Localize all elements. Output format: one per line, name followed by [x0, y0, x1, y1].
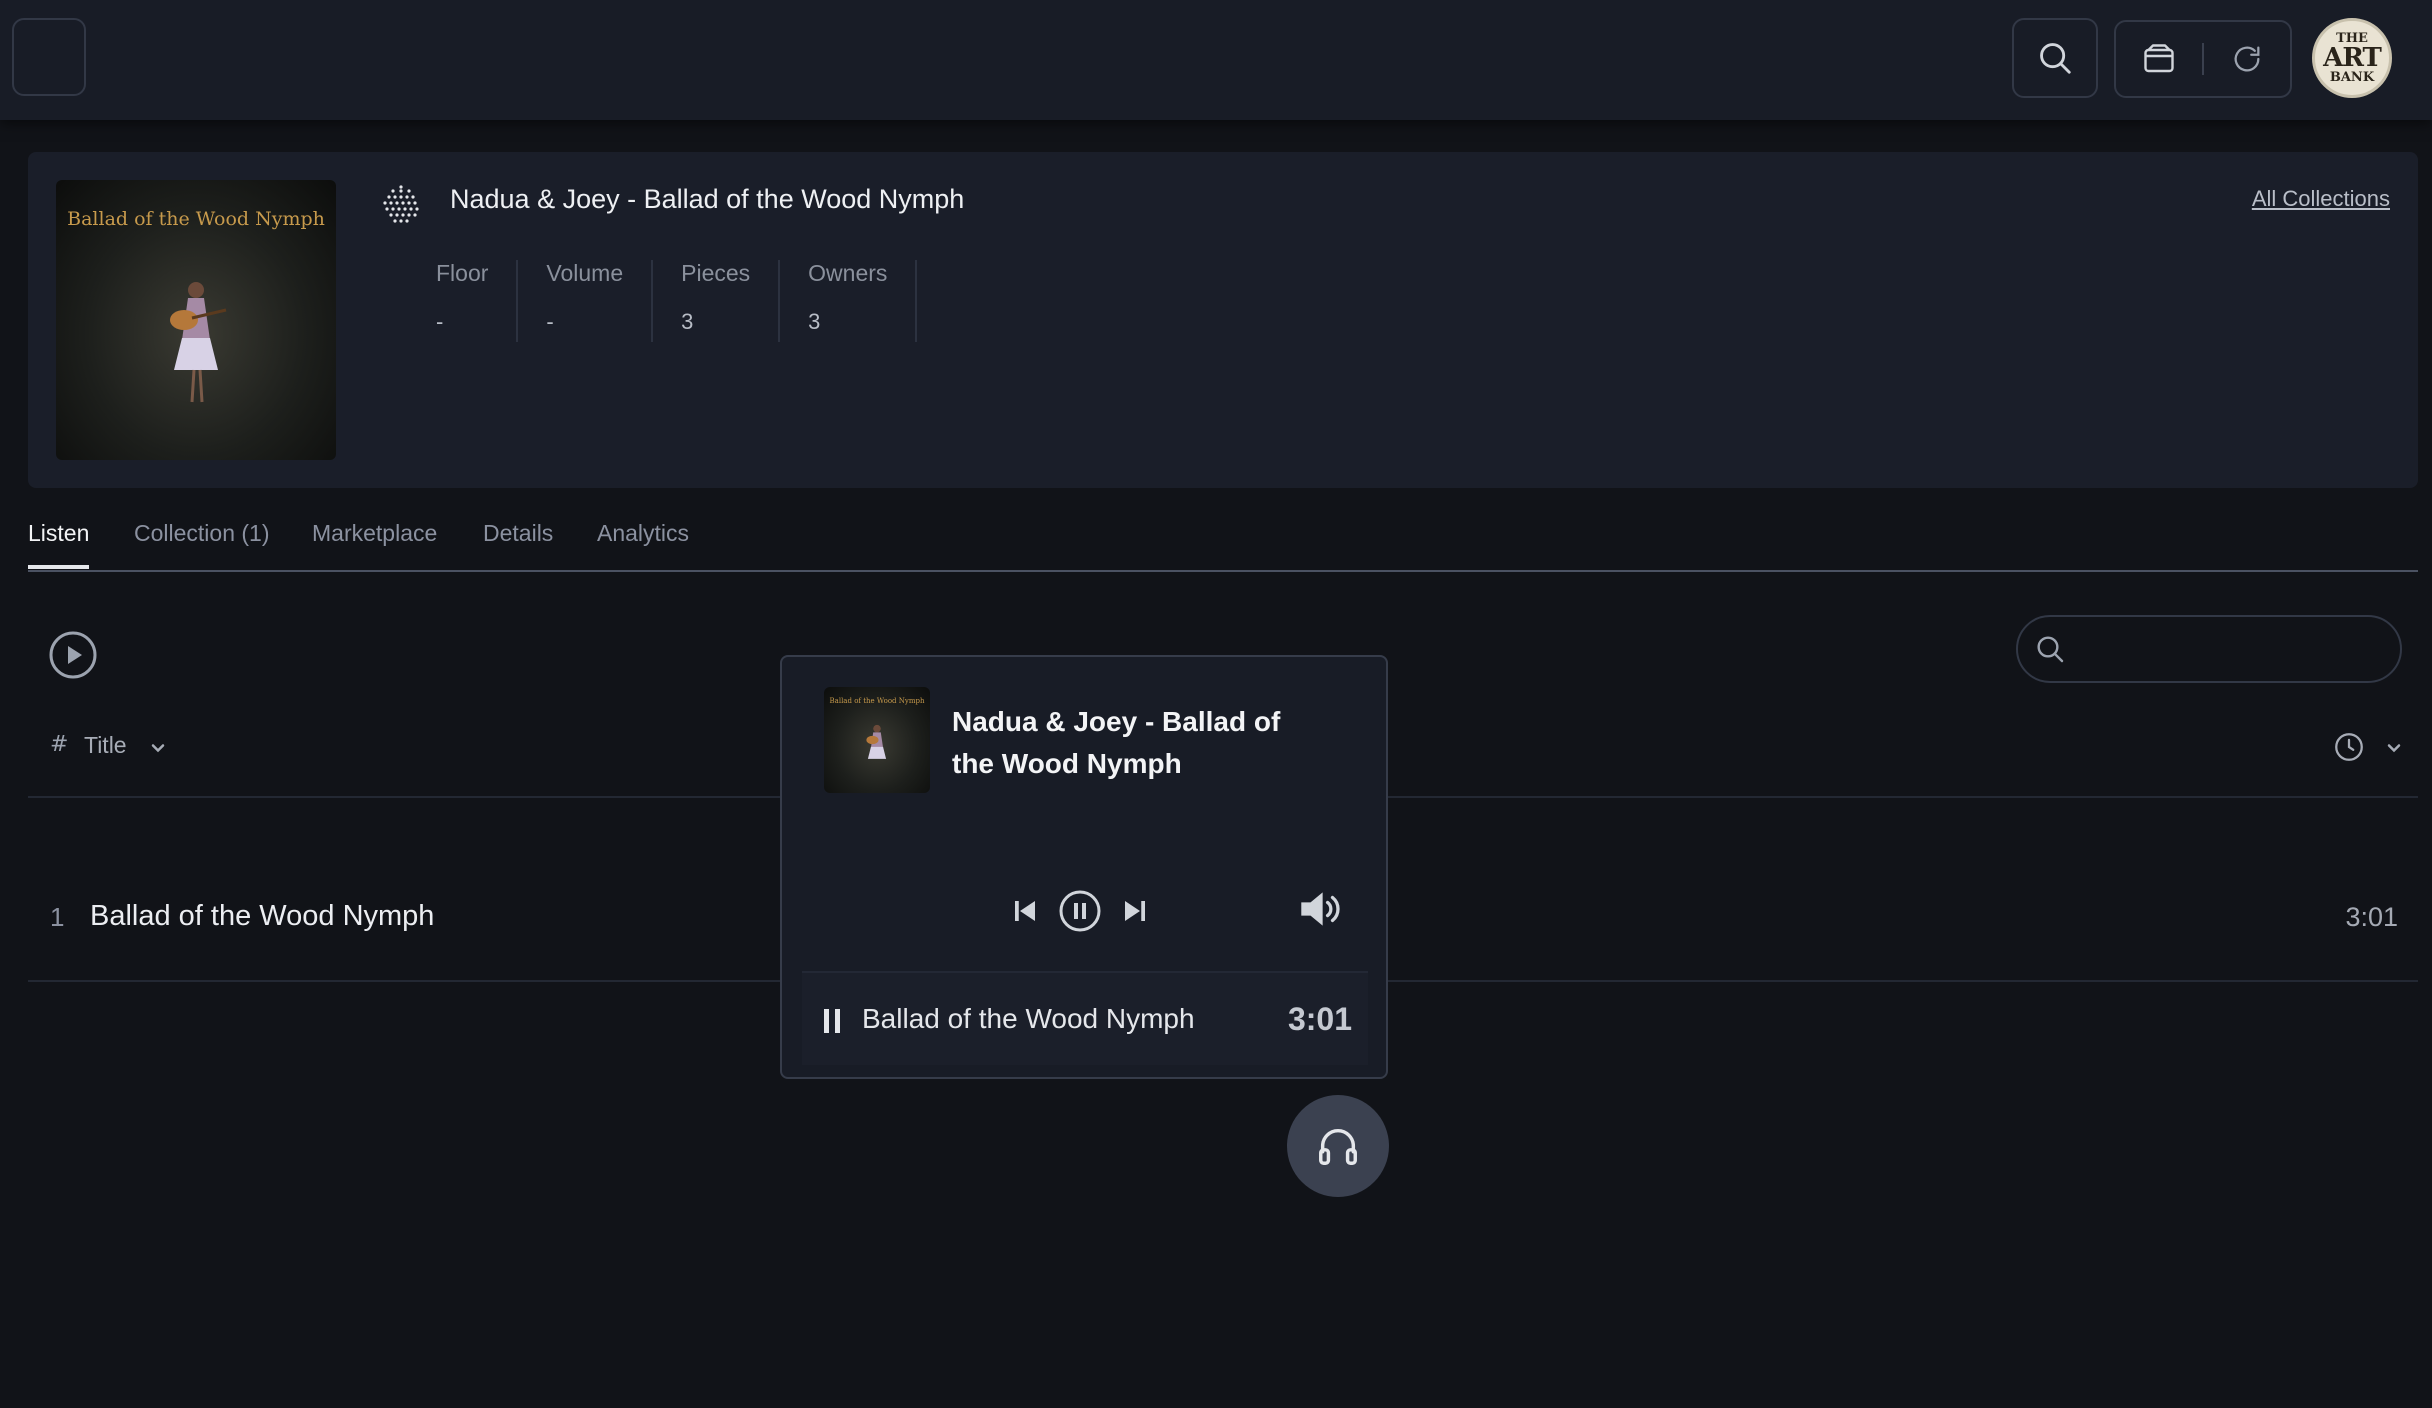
stat-pieces: Pieces 3	[653, 260, 781, 342]
player-title: Nadua & Joey - Ballad of the Wood Nymph	[952, 706, 1281, 779]
chevron-down-icon[interactable]	[148, 738, 168, 758]
guitar-player-figure	[866, 724, 887, 759]
collection-title: Nadua & Joey - Ballad of the Wood Nymph	[450, 184, 965, 214]
pause-circle-icon[interactable]	[1058, 889, 1102, 933]
stat-value: -	[546, 309, 554, 334]
player-toggle-button[interactable]	[1287, 1095, 1389, 1197]
search-icon	[2037, 636, 2064, 663]
track-title[interactable]: Ballad of the Wood Nymph	[90, 900, 434, 933]
collection-logo-icon	[383, 185, 419, 223]
stat-label: Volume	[546, 260, 624, 286]
stat-value: 3	[681, 309, 694, 334]
headphones-icon	[1319, 1129, 1357, 1165]
player-popup: Ballad of the Wood Nymph Nadua & Joey - …	[780, 655, 1388, 1079]
collection-stats: Floor - Volume - Pieces 3 Owners 3	[408, 260, 918, 342]
avatar[interactable]: THE ART BANK	[2312, 18, 2392, 98]
skip-forward-icon[interactable]	[1120, 896, 1150, 926]
track-search-field[interactable]	[2076, 636, 2376, 662]
stat-value: 3	[808, 309, 821, 334]
stat-volume: Volume -	[518, 260, 654, 342]
top-bar: THE ART BANK	[0, 0, 2432, 120]
refresh-icon	[2234, 46, 2260, 72]
tab-bar: Listen Collection (1) Marketplace Detail…	[28, 520, 2418, 572]
stat-label: Owners	[808, 260, 888, 286]
tab-analytics[interactable]: Analytics	[597, 520, 689, 565]
tab-collection[interactable]: Collection (1)	[134, 520, 270, 565]
chevron-down-icon[interactable]	[2384, 738, 2404, 758]
stat-label: Pieces	[681, 260, 751, 286]
tab-details[interactable]: Details	[483, 520, 553, 565]
wallet-icon	[2144, 44, 2174, 73]
stat-label: Floor	[436, 260, 489, 286]
wallet-group	[2114, 20, 2292, 98]
now-playing-bar[interactable]: Ballad of the Wood Nymph 3:01	[802, 971, 1368, 1065]
avatar-text-line2: ART	[2323, 43, 2382, 73]
stat-floor: Floor -	[408, 260, 519, 342]
stat-value: -	[436, 309, 444, 334]
avatar-text-line3: BANK	[2329, 70, 2375, 85]
pause-icon[interactable]	[822, 1007, 844, 1035]
skip-back-icon[interactable]	[1010, 896, 1040, 926]
tab-listen[interactable]: Listen	[28, 520, 90, 569]
now-playing-duration: 3:01	[1287, 1001, 1352, 1037]
track-number: 1	[50, 902, 65, 932]
collection-cover-image: Ballad of the Wood Nymph	[56, 180, 336, 460]
menu-button[interactable]	[12, 18, 86, 96]
wallet-button[interactable]	[2116, 22, 2202, 96]
track-search-input[interactable]	[2016, 615, 2402, 683]
all-collections-link[interactable]: All Collections	[2252, 186, 2390, 212]
search-icon	[2040, 43, 2071, 74]
player-controls	[1010, 889, 1150, 933]
guitar-player-figure	[170, 282, 227, 403]
tab-marketplace[interactable]: Marketplace	[312, 520, 437, 565]
stat-owners: Owners 3	[780, 260, 918, 342]
column-title-header[interactable]: Title	[84, 732, 127, 759]
column-number-header: #	[50, 732, 69, 757]
collection-header: Ballad of the Wood Nymph Nadua & Joey - …	[28, 152, 2418, 488]
now-playing-title: Ballad of the Wood Nymph	[862, 1003, 1195, 1034]
search-button[interactable]	[2012, 18, 2098, 98]
refresh-button[interactable]	[2204, 22, 2290, 96]
clock-icon[interactable]	[2332, 730, 2366, 764]
player-cover-thumbnail: Ballad of the Wood Nymph	[824, 687, 930, 793]
play-all-icon[interactable]	[48, 630, 98, 680]
volume-icon[interactable]	[1298, 889, 1344, 929]
track-duration: 3:01	[2345, 902, 2398, 932]
